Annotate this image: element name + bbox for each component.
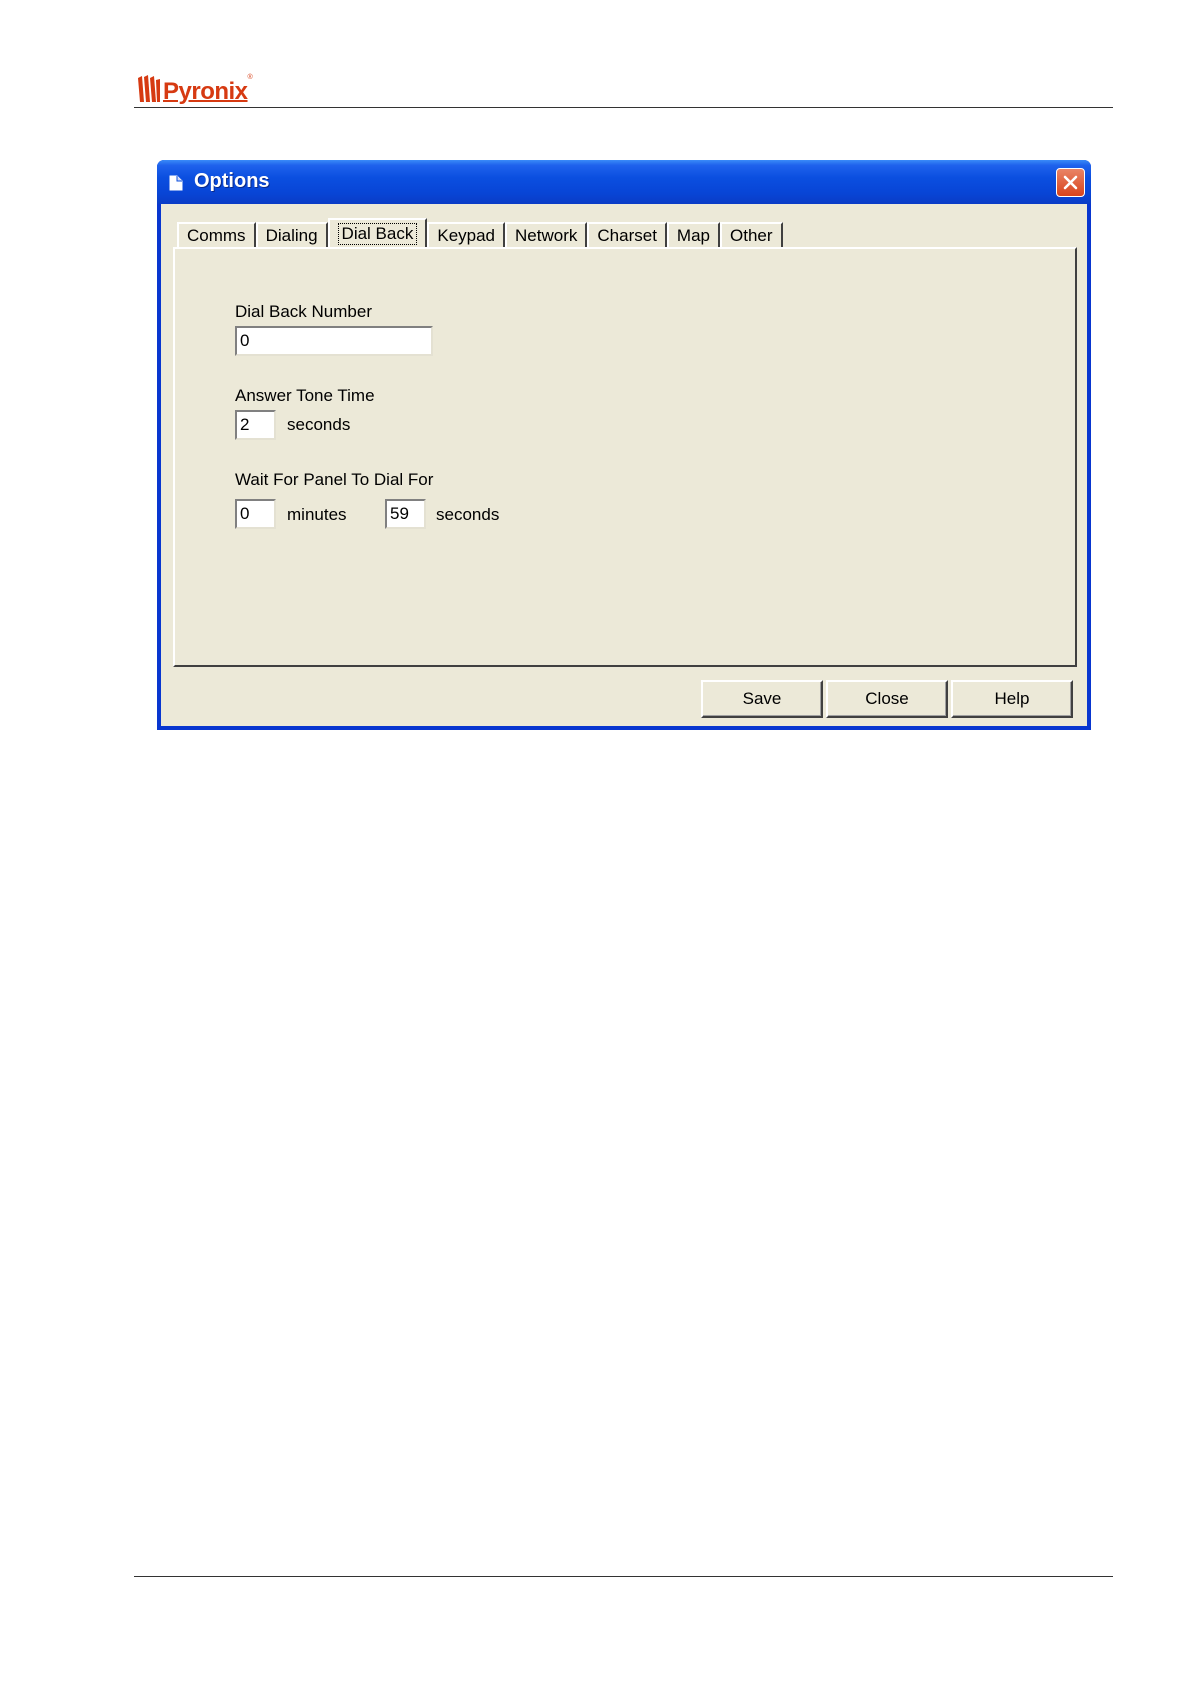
registered-mark: ®	[247, 74, 253, 81]
tab-network[interactable]: Network	[505, 222, 588, 247]
close-icon	[1063, 175, 1078, 190]
close-button[interactable]: Close	[826, 680, 948, 718]
answer-tone-time-label: Answer Tone Time	[235, 386, 375, 405]
wait-seconds-unit-label: seconds	[436, 505, 500, 524]
answer-tone-time-input[interactable]	[235, 410, 276, 440]
save-button[interactable]: Save	[701, 680, 823, 718]
window-title: Options	[194, 170, 270, 192]
dial-back-panel: Dial Back Number Answer Tone Time second…	[173, 247, 1077, 667]
tab-strip: Comms Dialing Dial Back Keypad Network C…	[177, 218, 783, 247]
wait-minutes-unit-label: minutes	[287, 505, 347, 524]
answer-tone-unit-label: seconds	[287, 415, 351, 434]
tab-charset[interactable]: Charset	[587, 222, 667, 247]
header-rule	[134, 107, 1113, 108]
dial-back-number-input[interactable]	[235, 326, 433, 356]
dialog-client-area: Comms Dialing Dial Back Keypad Network C…	[161, 204, 1087, 726]
tab-keypad[interactable]: Keypad	[427, 222, 506, 247]
document-icon	[169, 175, 183, 191]
tab-dialing[interactable]: Dialing	[255, 222, 328, 247]
flame-logo-icon	[138, 75, 160, 102]
tab-dial-back[interactable]: Dial Back	[327, 218, 428, 247]
tab-comms[interactable]: Comms	[177, 222, 256, 247]
footer-rule	[134, 1576, 1113, 1577]
title-bar[interactable]: Options	[157, 160, 1091, 204]
tab-map[interactable]: Map	[666, 222, 720, 247]
help-button[interactable]: Help	[951, 680, 1073, 718]
brand-name: Pyronix	[163, 78, 248, 105]
dial-back-number-label: Dial Back Number	[235, 302, 372, 321]
wait-for-panel-label: Wait For Panel To Dial For	[235, 470, 434, 489]
wait-minutes-input[interactable]	[235, 499, 276, 529]
wait-seconds-input[interactable]	[385, 499, 426, 529]
close-window-button[interactable]	[1056, 168, 1085, 197]
tab-other[interactable]: Other	[720, 222, 783, 247]
pyronix-logo: Pyronix ®	[137, 70, 253, 104]
options-window: Options Comms Dialing Dial Back Keypad N…	[157, 160, 1091, 730]
